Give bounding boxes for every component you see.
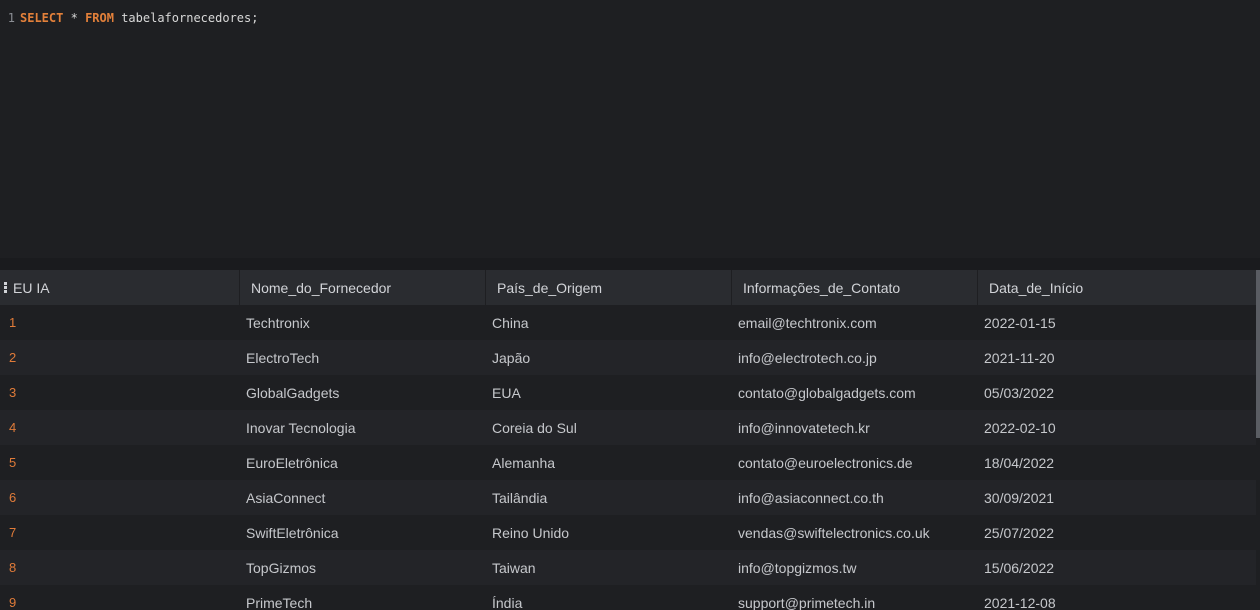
table-row[interactable]: 8 TopGizmos Taiwan info@topgizmos.tw 15/…: [0, 550, 1256, 585]
table-row[interactable]: 7 SwiftEletrônica Reino Unido vendas@swi…: [0, 515, 1256, 550]
cell-data[interactable]: 05/03/2022: [977, 375, 1256, 410]
scrollbar-thumb[interactable]: [1256, 270, 1260, 438]
cell-contato[interactable]: info@electrotech.co.jp: [731, 340, 977, 375]
cell-data[interactable]: 2022-02-10: [977, 410, 1256, 445]
cell-id[interactable]: 9: [0, 585, 239, 610]
keyword-select: SELECT: [20, 11, 64, 25]
column-header-data-de-inicio[interactable]: Data_de_Início: [977, 270, 1256, 305]
table-row[interactable]: 2 ElectroTech Japão info@electrotech.co.…: [0, 340, 1256, 375]
column-header-label: País_de_Origem: [497, 279, 603, 296]
cell-id[interactable]: 8: [0, 550, 239, 585]
column-header-label: Data_de_Início: [989, 279, 1084, 296]
cell-contato[interactable]: info@topgizmos.tw: [731, 550, 977, 585]
cell-nome[interactable]: Inovar Tecnologia: [239, 410, 485, 445]
cell-nome[interactable]: TopGizmos: [239, 550, 485, 585]
cell-contato[interactable]: contato@globalgadgets.com: [731, 375, 977, 410]
cell-nome[interactable]: PrimeTech: [239, 585, 485, 610]
table-row[interactable]: 9 PrimeTech Índia support@primetech.in 2…: [0, 585, 1256, 610]
cell-pais[interactable]: Coreia do Sul: [485, 410, 731, 445]
column-header-pais-de-origem[interactable]: País_de_Origem: [485, 270, 731, 305]
column-header-eu-ia[interactable]: EU IA: [0, 270, 239, 305]
cell-data[interactable]: 15/06/2022: [977, 550, 1256, 585]
cell-nome[interactable]: AsiaConnect: [239, 480, 485, 515]
grid-header: EU IA Nome_do_Fornecedor País_de_Origem …: [0, 270, 1256, 305]
keyword-from: FROM: [85, 11, 114, 25]
pane-splitter[interactable]: [0, 258, 1260, 270]
results-grid[interactable]: EU IA Nome_do_Fornecedor País_de_Origem …: [0, 270, 1260, 610]
cell-nome[interactable]: EuroEletrônica: [239, 445, 485, 480]
cell-id[interactable]: 3: [0, 375, 239, 410]
column-header-nome-do-fornecedor[interactable]: Nome_do_Fornecedor: [239, 270, 485, 305]
cell-nome[interactable]: SwiftEletrônica: [239, 515, 485, 550]
cell-pais[interactable]: EUA: [485, 375, 731, 410]
cell-pais[interactable]: Tailândia: [485, 480, 731, 515]
cell-id[interactable]: 5: [0, 445, 239, 480]
cell-pais[interactable]: Reino Unido: [485, 515, 731, 550]
cell-pais[interactable]: Taiwan: [485, 550, 731, 585]
cell-pais[interactable]: Japão: [485, 340, 731, 375]
cell-data[interactable]: 18/04/2022: [977, 445, 1256, 480]
cell-contato[interactable]: email@techtronix.com: [731, 305, 977, 340]
column-header-informacoes-de-contato[interactable]: Informações_de_Contato: [731, 270, 977, 305]
cell-data[interactable]: 30/09/2021: [977, 480, 1256, 515]
table-row[interactable]: 3 GlobalGadgets EUA contato@globalgadget…: [0, 375, 1256, 410]
table-row[interactable]: 5 EuroEletrônica Alemanha contato@euroel…: [0, 445, 1256, 480]
cell-pais[interactable]: China: [485, 305, 731, 340]
table-identifier: tabelafornecedores;: [121, 11, 259, 25]
star-operator: *: [70, 11, 78, 25]
cell-pais[interactable]: Alemanha: [485, 445, 731, 480]
column-header-label: Informações_de_Contato: [743, 279, 901, 296]
cell-data[interactable]: 25/07/2022: [977, 515, 1256, 550]
cell-nome[interactable]: GlobalGadgets: [239, 375, 485, 410]
cell-data[interactable]: 2022-01-15: [977, 305, 1256, 340]
sql-editor[interactable]: 1 SELECT * FROM tabelafornecedores;: [0, 0, 1260, 258]
line-number: 1: [7, 11, 15, 25]
cell-contato[interactable]: support@primetech.in: [731, 585, 977, 610]
cell-contato[interactable]: info@asiaconnect.co.th: [731, 480, 977, 515]
cell-id[interactable]: 6: [0, 480, 239, 515]
cell-contato[interactable]: info@innovatetech.kr: [731, 410, 977, 445]
cell-id[interactable]: 4: [0, 410, 239, 445]
cell-contato[interactable]: contato@euroelectronics.de: [731, 445, 977, 480]
column-menu-icon[interactable]: [4, 282, 7, 293]
cell-id[interactable]: 2: [0, 340, 239, 375]
cell-nome[interactable]: ElectroTech: [239, 340, 485, 375]
vertical-scrollbar[interactable]: [1256, 270, 1260, 610]
cell-pais[interactable]: Índia: [485, 585, 731, 610]
cell-id[interactable]: 1: [0, 305, 239, 340]
table-row[interactable]: 1 Techtronix China email@techtronix.com …: [0, 305, 1256, 340]
cell-nome[interactable]: Techtronix: [239, 305, 485, 340]
table-row[interactable]: 6 AsiaConnect Tailândia info@asiaconnect…: [0, 480, 1256, 515]
column-header-label: EU IA: [13, 279, 50, 296]
table-row[interactable]: 4 Inovar Tecnologia Coreia do Sul info@i…: [0, 410, 1256, 445]
code-line[interactable]: 1 SELECT * FROM tabelafornecedores;: [0, 10, 259, 26]
column-header-label: Nome_do_Fornecedor: [251, 279, 392, 296]
cell-contato[interactable]: vendas@swiftelectronics.co.uk: [731, 515, 977, 550]
cell-data[interactable]: 2021-12-08: [977, 585, 1256, 610]
cell-id[interactable]: 7: [0, 515, 239, 550]
cell-data[interactable]: 2021-11-20: [977, 340, 1256, 375]
